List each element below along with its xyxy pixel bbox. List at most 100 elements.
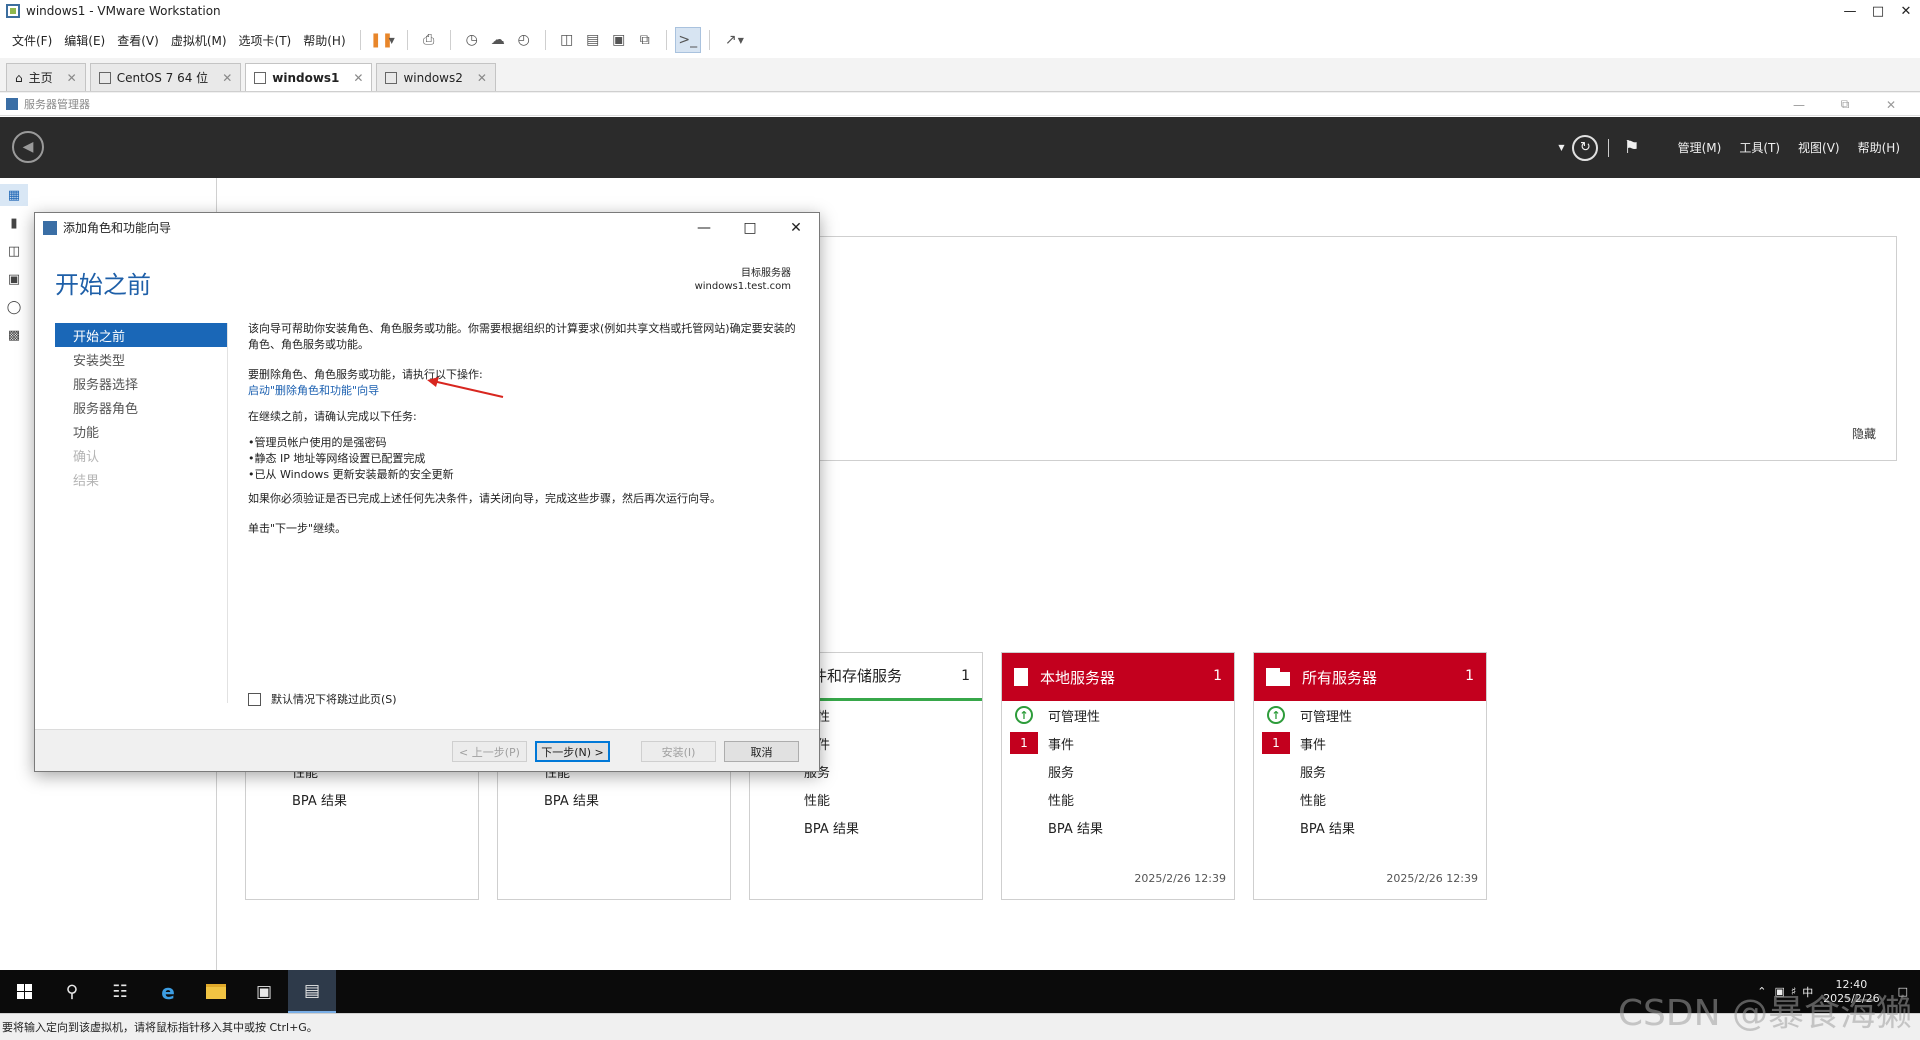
close-button[interactable]: ✕ [1892,0,1920,22]
maximize-button[interactable]: □ [727,213,773,242]
menu-tools[interactable]: 工具(T) [1739,139,1780,156]
status-text: 要将输入定向到该虚拟机，请将鼠标指针移入其中或按 Ctrl+G。 [2,1021,318,1034]
menu-view[interactable]: 视图(V) [1798,139,1840,156]
file-storage-icon[interactable]: ▣ [0,268,28,290]
tile-row[interactable]: BPA 结果 [1002,813,1234,841]
start-button[interactable] [0,970,48,1013]
maximize-button[interactable]: □ [1864,0,1892,22]
tile-row[interactable]: 性能 [750,785,982,813]
tile-row[interactable]: ↑ 可管理性 [1254,701,1486,729]
step-before-you-begin[interactable]: 开始之前 [55,323,227,347]
tile-row[interactable]: 1 事件 [1254,729,1486,757]
thumbnail-icon[interactable]: ▤ [580,27,606,53]
tab-home[interactable]: ⌂ 主页 ✕ [6,63,86,91]
target-server-label: 目标服务器 [741,268,791,279]
console-view-icon[interactable]: >_ [674,27,701,53]
close-button[interactable]: ✕ [1868,93,1914,116]
menu-file[interactable]: 文件(F) [6,32,58,49]
server-manager-title: 服务器管理器 [24,98,90,111]
tab-windows2[interactable]: windows2 ✕ [376,63,496,91]
remote-access-icon[interactable]: ▩ [0,324,28,346]
all-servers-tile[interactable]: 所有服务器 1 ↑ 可管理性 1 事件 服务 性能 BPA 结果 2025/2/26… [1253,652,1487,900]
chevron-down-icon[interactable]: ▼ [389,36,395,45]
tile-row[interactable]: 性能 [1254,785,1486,813]
close-icon[interactable]: ✕ [222,71,232,85]
minimize-button[interactable]: — [1836,0,1864,22]
search-icon[interactable]: ⚲ [48,970,96,1013]
iis-icon[interactable]: ◯ [0,296,28,318]
tile-row[interactable]: 服务 [1254,757,1486,785]
vmware-logo-icon [6,4,20,18]
send-ctrl-alt-del-icon[interactable]: ⎙ [416,27,442,53]
list-item: 已从 Windows 更新安装最新的安全更新 [248,467,796,483]
tile-row[interactable]: 服务 [1002,757,1234,785]
notification-flag-icon[interactable]: ⚑ [1623,137,1639,158]
step-server-selection[interactable]: 服务器选择 [55,371,227,395]
menu-help[interactable]: 帮助(H) [1858,139,1900,156]
tab-windows1[interactable]: windows1 ✕ [245,63,373,91]
tile-row[interactable]: BPA 结果 [498,785,730,813]
intro-text: 该向导可帮助你安装角色、角色服务或功能。你需要根据组织的计算要求(例如共享文档或… [248,322,796,351]
menu-help[interactable]: 帮助(H) [297,32,351,49]
tile-count: 1 [961,668,970,684]
back-arrow-icon[interactable]: ◀ [12,131,44,163]
install-button: 安装(I) [641,741,716,762]
server-manager-header: ◀ ▼ ↻ ⚑ 管理(M) 工具(T) 视图(V) 帮助(H) [0,117,1920,178]
refresh-icon[interactable]: ↻ [1572,134,1599,161]
tile-row[interactable]: BPA 结果 [1254,813,1486,841]
menu-edit[interactable]: 编辑(E) [58,32,111,49]
server-manager-taskbar-icon[interactable]: ▣ [240,970,288,1013]
snapshot-icon[interactable]: ◷ [459,27,485,53]
menu-view[interactable]: 查看(V) [111,32,165,49]
revert-snapshot-icon[interactable]: ☁ [485,27,511,53]
step-features[interactable]: 功能 [55,419,227,443]
tile-row[interactable]: BPA 结果 [750,813,982,841]
file-explorer-icon[interactable] [192,970,240,1013]
tab-label: windows1 [272,70,340,85]
wizard-body: 该向导可帮助你安装角色、角色服务或功能。你需要根据组织的计算要求(例如共享文档或… [248,321,796,547]
close-button[interactable]: ✕ [773,213,819,242]
task-list: 管理员帐户使用的是强密码 静态 IP 地址等网络设置已配置完成 已从 Windo… [248,435,796,483]
skip-page-checkbox[interactable]: 默认情况下将跳过此页(S) [248,691,397,707]
local-server-icon[interactable]: ▮ [0,212,28,234]
remove-roles-link[interactable]: 启动"删除角色和功能"向导 [248,384,379,397]
tile-row[interactable]: 1 事件 [1002,729,1234,757]
menu-vm[interactable]: 虚拟机(M) [165,32,233,49]
chevron-down-icon[interactable]: ▼ [738,36,744,45]
wizard-taskbar-icon[interactable]: ▤ [288,970,336,1013]
library-icon[interactable]: ◫ [554,27,580,53]
dashboard-icon[interactable]: ▦ [0,184,28,206]
tile-count: 1 [1465,668,1474,684]
task-view-icon[interactable]: ☷ [96,970,144,1013]
tile-row[interactable]: BPA 结果 [246,785,478,813]
tab-centos[interactable]: CentOS 7 64 位 ✕ [89,63,242,91]
step-installation-type[interactable]: 安装类型 [55,347,227,371]
close-icon[interactable]: ✕ [67,71,77,85]
local-server-tile[interactable]: 本地服务器 1 ↑ 可管理性 1 事件 服务 性能 BPA 结果 2025/2/26… [1001,652,1235,900]
internet-explorer-icon[interactable]: e [144,970,192,1013]
minimize-button[interactable]: — [681,213,727,242]
menu-tabs[interactable]: 选项卡(T) [233,32,298,49]
fullscreen-icon[interactable]: ▣ [606,27,632,53]
cancel-button[interactable]: 取消 [724,741,799,762]
wizard-title-bar: 添加角色和功能向导 — □ ✕ [35,213,819,242]
next-button[interactable]: 下一步(N) > [535,741,610,762]
step-server-roles[interactable]: 服务器角色 [55,395,227,419]
welcome-panel: 隐藏 [818,236,1897,461]
all-servers-icon[interactable]: ◫ [0,240,28,262]
close-icon[interactable]: ✕ [353,71,363,85]
checkbox[interactable] [248,692,261,706]
tile-row[interactable]: 性能 [1002,785,1234,813]
hide-link[interactable]: 隐藏 [1852,425,1876,442]
menu-manage[interactable]: 管理(M) [1678,139,1722,156]
close-icon[interactable]: ✕ [477,71,487,85]
chevron-down-icon[interactable]: ▼ [1558,143,1564,152]
tile-count: 1 [1213,668,1222,684]
maximize-button[interactable]: ⧉ [1822,93,1868,116]
snapshot-manager-icon[interactable]: ◴ [511,27,537,53]
minimize-button[interactable]: — [1776,93,1822,116]
unity-icon[interactable]: ⧉ [632,27,658,53]
tile-title: 本地服务器 [1040,668,1116,687]
guest-screen[interactable]: 服务器管理器 — ⧉ ✕ ◀ ▼ ↻ ⚑ 管理(M) 工具(T) 视图(V) 帮… [0,93,1920,1013]
tile-row[interactable]: ↑ 可管理性 [1002,701,1234,729]
